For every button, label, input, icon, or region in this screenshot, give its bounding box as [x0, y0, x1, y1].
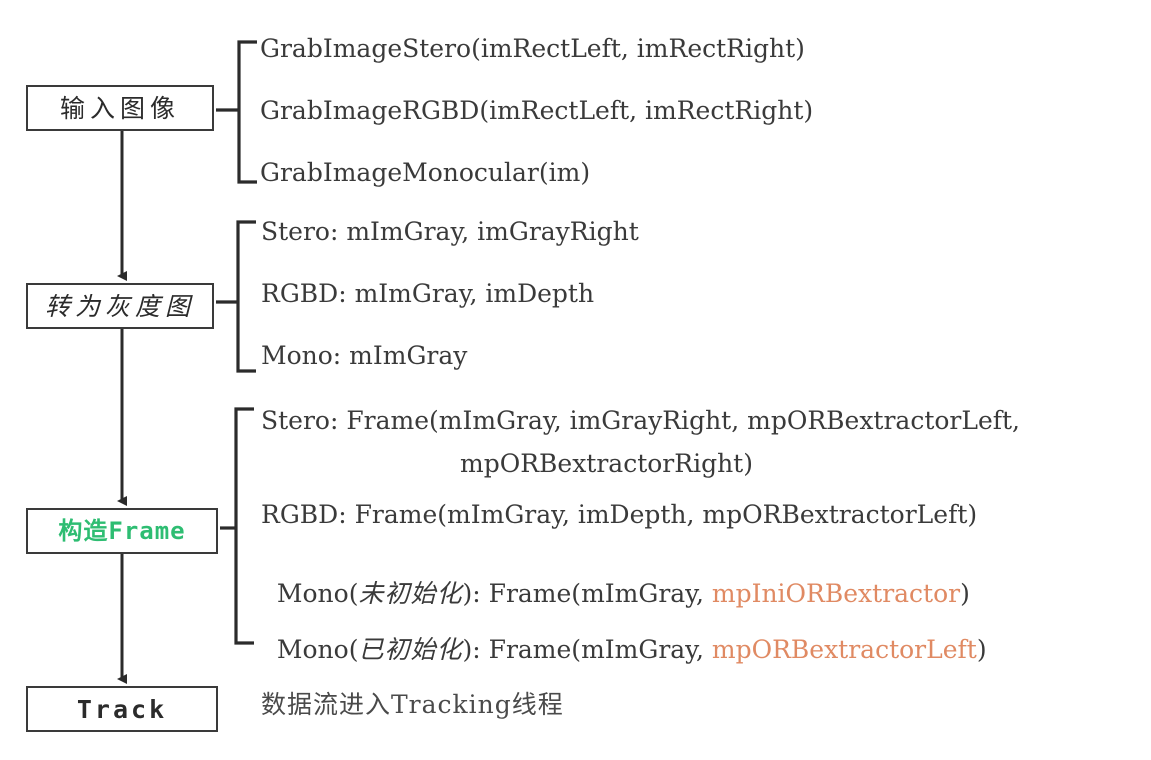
mono-init-extractor: mpORBextractorLeft	[711, 635, 977, 664]
annotation-frame-mono-uninit: Mono(未初始化): Frame(mImGray, mpIniORBextra…	[261, 556, 970, 606]
mono-uninit-prefix: Mono(	[276, 579, 359, 608]
annotation-grab-image-rgbd: GrabImageRGBD(imRectLeft, imRectRight)	[260, 96, 814, 125]
node-input-image[interactable]: 输入图像	[26, 85, 214, 131]
mono-uninit-cn: 未初始化	[358, 579, 463, 608]
bracket-grab-image	[237, 40, 257, 184]
mono-init-prefix: Mono(	[276, 635, 359, 664]
bracket-frame	[234, 407, 254, 645]
annotation-frame-stereo: Stero: Frame(mImGray, imGrayRight, mpORB…	[261, 406, 1021, 435]
mono-uninit-suffix: )	[960, 579, 970, 608]
bracket-grayscale	[236, 220, 256, 373]
mono-init-mid: ): Frame(mImGray,	[462, 635, 712, 664]
mono-uninit-extractor: mpIniORBextractor	[711, 579, 961, 608]
mono-init-suffix: )	[976, 635, 987, 664]
node-input-image-label: 输入图像	[59, 93, 180, 123]
node-track[interactable]: Track	[26, 686, 218, 732]
annotation-grab-image-monocular: GrabImageMonocular(im)	[260, 158, 591, 187]
annotation-gray-rgbd: RGBD: mImGray, imDepth	[261, 279, 595, 308]
node-to-grayscale[interactable]: 转为灰度图	[26, 283, 214, 329]
annotation-gray-stereo: Stero: mImGray, imGrayRight	[261, 217, 639, 246]
node-build-frame-label: 构造Frame	[58, 517, 186, 545]
mono-init-cn: 已初始化	[358, 635, 463, 664]
mono-uninit-mid: ): Frame(mImGray,	[462, 579, 712, 608]
annotation-gray-mono: Mono: mImGray	[261, 341, 468, 370]
bottom-note-tracking-thread: 数据流进入Tracking线程	[261, 690, 564, 719]
annotation-frame-mono-init: Mono(已初始化): Frame(mImGray, mpORBextracto…	[261, 612, 987, 662]
node-to-grayscale-label: 转为灰度图	[44, 291, 195, 321]
node-track-label: Track	[76, 694, 168, 724]
annotation-grab-image-stereo: GrabImageStero(imRectLeft, imRectRight)	[260, 34, 805, 63]
annotation-frame-stereo-cont: mpORBextractorRight)	[460, 449, 753, 478]
node-build-frame[interactable]: 构造Frame	[26, 508, 218, 554]
annotation-frame-rgbd: RGBD: Frame(mImGray, imDepth, mpORBextra…	[261, 500, 978, 529]
